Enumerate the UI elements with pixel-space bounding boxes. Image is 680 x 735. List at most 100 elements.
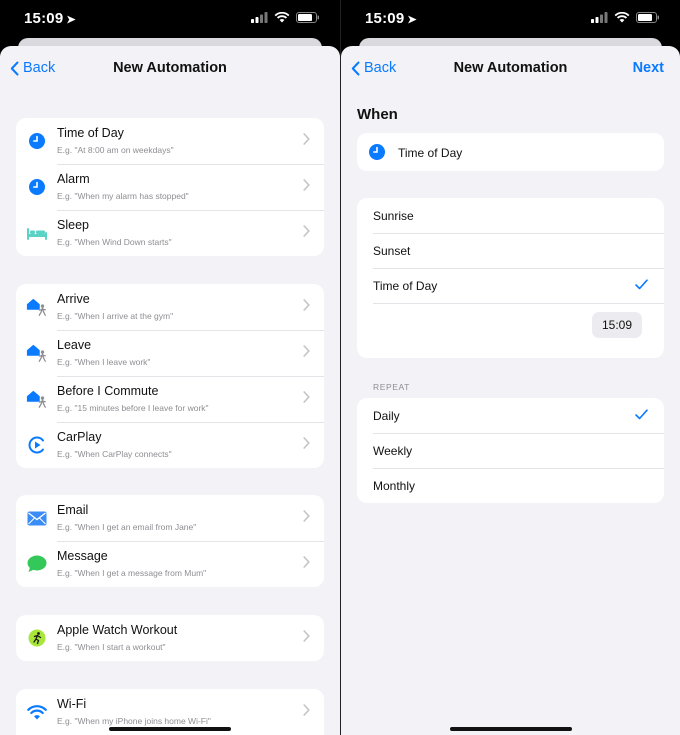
trigger-subtitle: E.g. "When I leave work" (57, 357, 151, 367)
repeat-weekly[interactable]: Weekly (357, 433, 664, 468)
time-triggers-group: Time of Day E.g. "At 8:00 am on weekdays… (16, 118, 324, 256)
trigger-leave[interactable]: Leave E.g. "When I leave work" (16, 330, 324, 376)
time-picker-button[interactable]: 15:09 (591, 312, 642, 338)
trigger-title: Leave (57, 338, 92, 352)
time-picker-row: 15:09 (357, 303, 664, 358)
trigger-alarm[interactable]: Alarm E.g. "When my alarm has stopped" (16, 164, 324, 210)
next-button[interactable]: Next (633, 60, 664, 76)
chevron-right-icon (303, 556, 310, 568)
option-label: Sunrise (373, 209, 414, 223)
option-sunrise[interactable]: Sunrise (357, 198, 664, 233)
trigger-subtitle: E.g. "When I get a message from Mum" (57, 568, 207, 578)
workout-trigger-group: Apple Watch Workout E.g. "When I start a… (16, 615, 324, 661)
trigger-subtitle: E.g. "15 minutes before I leave for work… (57, 403, 209, 413)
selected-trigger-label: Time of Day (398, 146, 463, 160)
trigger-subtitle: E.g. "When I start a workout" (57, 642, 166, 652)
option-sunset[interactable]: Sunset (357, 233, 664, 268)
clock-icon (368, 143, 386, 166)
location-arrow-icon: ➤ (66, 14, 76, 26)
nav-bar: Back New Automation (0, 46, 340, 92)
battery-icon (636, 12, 659, 23)
cellular-signal-icon (251, 12, 268, 23)
status-time: 15:09 ➤ (365, 10, 417, 27)
trigger-title: Alarm (57, 172, 90, 186)
status-time: 15:09 ➤ (24, 10, 76, 27)
chevron-right-icon (303, 345, 310, 357)
trigger-before-commute[interactable]: Before I Commute E.g. "15 minutes before… (16, 376, 324, 422)
home-indicator[interactable] (109, 727, 231, 731)
location-arrow-icon: ➤ (407, 14, 417, 26)
trigger-subtitle: E.g. "At 8:00 am on weekdays" (57, 145, 174, 155)
checkmark-icon (635, 409, 648, 420)
trigger-subtitle: E.g. "When Wind Down starts" (57, 237, 172, 247)
commute-icon (26, 388, 48, 410)
repeat-section-label: REPEAT (373, 382, 410, 392)
right-screen: 15:09 ➤ Back New Automation Next When Tim… (340, 0, 680, 735)
trigger-title: Arrive (57, 292, 90, 306)
trigger-title: Wi-Fi (57, 697, 87, 711)
trigger-subtitle: E.g. "When I arrive at the gym" (57, 311, 174, 321)
status-bar: 15:09 ➤ (0, 0, 340, 38)
workout-icon (26, 627, 48, 649)
alarm-icon (26, 176, 48, 198)
trigger-subtitle: E.g. "When I get an email from Jane" (57, 522, 197, 532)
option-label: Weekly (373, 444, 413, 458)
trigger-title: CarPlay (57, 430, 102, 444)
option-label: Monthly (373, 479, 416, 493)
chevron-right-icon (303, 510, 310, 522)
chevron-right-icon (303, 179, 310, 191)
repeat-daily[interactable]: Daily (357, 398, 664, 433)
chevron-right-icon (303, 391, 310, 403)
option-label: Sunset (373, 244, 411, 258)
trigger-title: Before I Commute (57, 384, 159, 398)
wifi-status-icon (274, 12, 290, 23)
chevron-right-icon (303, 437, 310, 449)
trigger-subtitle: E.g. "When CarPlay connects" (57, 449, 172, 459)
trigger-subtitle: E.g. "When my alarm has stopped" (57, 191, 189, 201)
chevron-right-icon (303, 225, 310, 237)
bed-icon (26, 222, 48, 244)
section-title: When (357, 106, 398, 123)
trigger-arrive[interactable]: Arrive E.g. "When I arrive at the gym" (16, 284, 324, 330)
trigger-subtitle: E.g. "When my iPhone joins home Wi-Fi" (57, 716, 211, 726)
trigger-sleep[interactable]: Sleep E.g. "When Wind Down starts" (16, 210, 324, 256)
automation-type-sheet: Back New Automation Time of Day E.g. "At… (0, 46, 340, 735)
trigger-title: Apple Watch Workout (57, 623, 178, 637)
arrive-icon (26, 296, 48, 318)
status-icons (591, 12, 660, 23)
cellular-signal-icon (591, 12, 608, 23)
mail-icon (26, 507, 48, 529)
message-icon (26, 553, 48, 575)
trigger-title: Sleep (57, 218, 89, 232)
trigger-time-of-day[interactable]: Time of Day E.g. "At 8:00 am on weekdays… (16, 118, 324, 164)
time-of-day-sheet: Back New Automation Next When Time of Da… (341, 46, 680, 735)
wifi-icon (26, 701, 48, 723)
checkmark-icon (635, 279, 648, 290)
trigger-email[interactable]: Email E.g. "When I get an email from Jan… (16, 495, 324, 541)
left-screen: 15:09 ➤ Back New Automation Time of Day E… (0, 0, 340, 735)
leave-icon (26, 342, 48, 364)
selected-trigger-card[interactable]: Time of Day (357, 133, 664, 171)
trigger-title: Email (57, 503, 89, 517)
trigger-apple-watch-workout[interactable]: Apple Watch Workout E.g. "When I start a… (16, 615, 324, 661)
time-options-card: Sunrise Sunset Time of Day 15:09 (357, 198, 664, 358)
trigger-carplay[interactable]: CarPlay E.g. "When CarPlay connects" (16, 422, 324, 468)
status-icons (251, 12, 320, 23)
home-indicator[interactable] (449, 727, 572, 731)
chevron-right-icon (303, 299, 310, 311)
carplay-icon (26, 434, 48, 456)
repeat-options-card: Daily Weekly Monthly (357, 398, 664, 503)
trigger-message[interactable]: Message E.g. "When I get a message from … (16, 541, 324, 587)
clock-icon (26, 130, 48, 152)
option-label: Daily (373, 409, 400, 423)
page-title: New Automation (113, 60, 227, 76)
chevron-right-icon (303, 704, 310, 716)
trigger-title: Message (57, 549, 108, 563)
battery-icon (296, 12, 319, 23)
option-time-of-day[interactable]: Time of Day (357, 268, 664, 303)
trigger-title: Time of Day (57, 126, 124, 140)
status-bar: 15:09 ➤ (341, 0, 680, 38)
option-label: Time of Day (373, 279, 438, 293)
repeat-monthly[interactable]: Monthly (357, 468, 664, 503)
chevron-right-icon (303, 133, 310, 145)
